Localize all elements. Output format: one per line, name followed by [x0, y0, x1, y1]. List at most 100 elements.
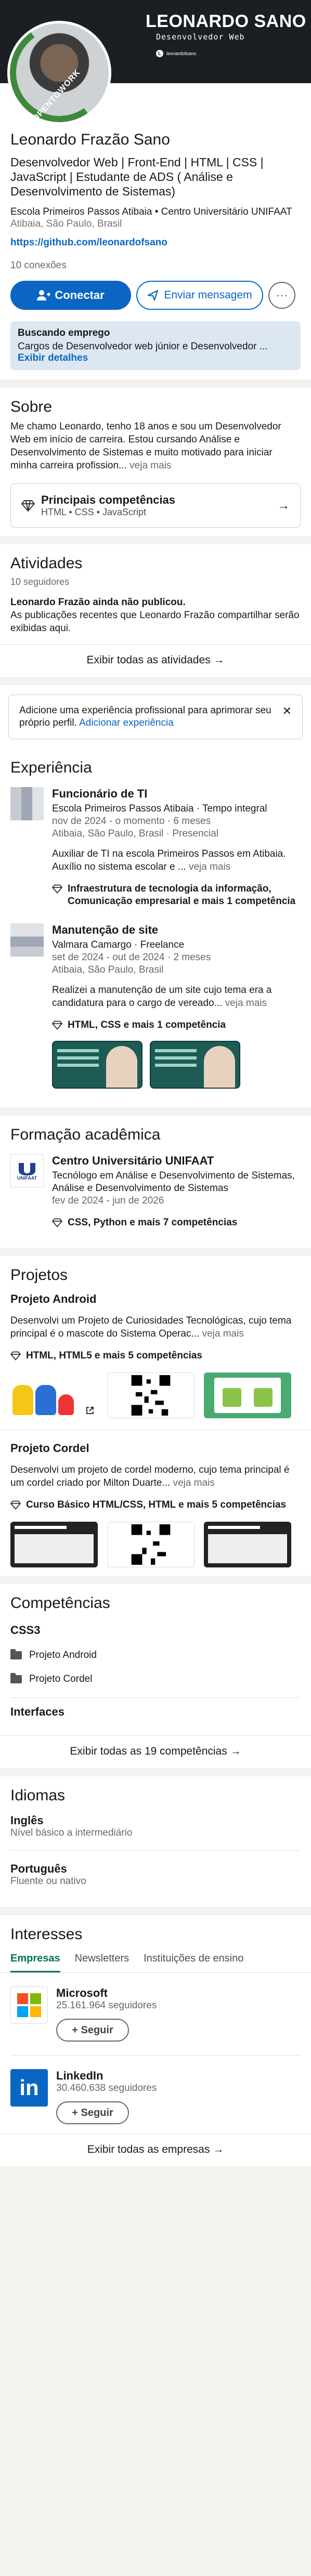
experience-desc: Realizei a manutenção de um site cujo te… [52, 984, 301, 1010]
add-experience-link[interactable]: Adicionar experiência [79, 717, 174, 728]
microsoft-logo-icon [10, 1986, 48, 2024]
skill-item[interactable]: CSS3 [10, 1616, 301, 1644]
diamond-icon [10, 1500, 21, 1510]
tab-companies[interactable]: Empresas [10, 1953, 60, 1972]
more-options-button[interactable]: ··· [268, 282, 295, 309]
about-more-link[interactable]: veja mais [129, 460, 171, 471]
show-all-activities-button[interactable]: Exibir todas as atividades → [0, 644, 311, 669]
connect-button-label: Conectar [55, 289, 105, 302]
top-competencies[interactable]: Principais competências HTML • CSS • Jav… [10, 483, 301, 528]
qr-code-image[interactable] [107, 1372, 195, 1418]
arrow-right-icon: → [277, 498, 290, 513]
experience-item[interactable]: Funcionário de TI Escola Primeiros Passo… [10, 787, 301, 908]
followers-count: 10 seguidores [10, 577, 70, 587]
project-more-link[interactable]: veja mais [202, 1328, 244, 1339]
company-logo [10, 787, 44, 820]
project-media [10, 1522, 301, 1567]
android-app-screenshot[interactable] [204, 1372, 291, 1418]
show-all-companies-button[interactable]: Exibir todas as empresas → [0, 2134, 311, 2158]
media-thumbnail[interactable] [150, 1041, 240, 1089]
project-more-link[interactable]: veja mais [173, 1477, 215, 1488]
media-thumbnail[interactable] [52, 1041, 142, 1089]
education-section: Formação acadêmica UNIFAAT Centro Univer… [0, 1116, 311, 1248]
add-experience-notice: Adicione uma experiência profissional pa… [8, 695, 303, 739]
education-skills-text: CSS, Python e mais 7 competências [68, 1217, 238, 1228]
close-icon[interactable]: ✕ [282, 704, 292, 729]
interests-tabs: Empresas Newsletters Instituições de ens… [0, 1953, 311, 1973]
profile-banner[interactable]: LEONARDO SANO Desenvolvedor Web Lleonard… [0, 0, 311, 125]
language-level: Nível básico a intermediário [10, 1827, 133, 1838]
experience-more-link[interactable]: veja mais [225, 998, 267, 1009]
language-level: Fluente ou nativo [10, 1876, 86, 1887]
follow-button[interactable]: + Seguir [56, 2101, 129, 2124]
education-skills[interactable]: CSS, Python e mais 7 competências [52, 1217, 301, 1229]
experience-item[interactable]: Manutenção de site Valmara Camargo · Fre… [10, 923, 301, 1089]
cordel-image[interactable] [10, 1522, 98, 1567]
experience-more-link[interactable]: veja mais [189, 861, 230, 872]
tab-schools[interactable]: Instituições de ensino [144, 1953, 243, 1972]
android-mascots-image[interactable] [10, 1372, 98, 1418]
school-logo: UNIFAAT [10, 1154, 44, 1187]
company-logo [10, 923, 44, 957]
language-item: Português Fluente ou nativo [10, 1862, 301, 1887]
profile-website-link[interactable]: https://github.com/leonardofsano [10, 237, 301, 249]
cordel-image[interactable] [204, 1522, 291, 1567]
project-skills[interactable]: Curso Básico HTML/CSS, HTML e mais 5 com… [10, 1499, 301, 1511]
project-desc: Desenvolvi um projeto de cordel moderno,… [10, 1463, 301, 1489]
experience-skills[interactable]: HTML, CSS e mais 1 competência [52, 1019, 301, 1031]
connections-count[interactable]: 10 conexões [10, 260, 301, 271]
open-to-work-ring [10, 23, 109, 122]
tab-newsletters[interactable]: Newsletters [75, 1953, 129, 1972]
qr-code-image[interactable] [107, 1522, 195, 1567]
profile-page: LEONARDO SANO Desenvolvedor Web Lleonard… [0, 0, 311, 2576]
skill-context[interactable]: Projeto Cordel [10, 1668, 301, 1692]
interest-followers: 30.460.638 seguidores [56, 2083, 157, 2094]
banner-title: LEONARDO SANO [146, 11, 306, 31]
experience-location: Atibaia, São Paulo, Brasil · Presencial [52, 828, 218, 839]
experience-role: Manutenção de site [52, 923, 159, 936]
profile-name: Leonardo Frazão Sano [10, 131, 170, 148]
interest-followers: 25.161.964 seguidores [56, 2000, 157, 2011]
project-item[interactable]: Projeto Android Desenvolvi um Projeto de… [10, 1292, 301, 1418]
interest-name: LinkedIn [56, 2069, 103, 2082]
project-name: Projeto Cordel [10, 1442, 89, 1455]
school-logo-icon [19, 1163, 35, 1175]
about-section: Sobre Me chamo Leonardo, tenho 18 anos e… [0, 388, 311, 536]
projects-section: Projetos Projeto Android Desenvolvi um P… [0, 1256, 311, 1576]
experience-desc-body: Auxiliar de TI na escola Primeiros Passo… [52, 848, 286, 872]
interest-item[interactable]: in LinkedIn 30.460.638 seguidores + Segu… [10, 2069, 301, 2124]
experience-title: Experiência [10, 759, 92, 776]
avatar-photo: #OPENTOWORK [10, 23, 109, 122]
education-item[interactable]: UNIFAAT Centro Universitário UNIFAAT Tec… [10, 1154, 301, 1229]
profile-education[interactable]: Escola Primeiros Passos Atibaia • Centro… [10, 206, 301, 218]
open-to-work-title: Buscando emprego [18, 328, 110, 338]
project-item[interactable]: Projeto Cordel Desenvolvi um projeto de … [10, 1442, 301, 1567]
education-dates: fev de 2024 - jun de 2026 [52, 1195, 164, 1206]
experience-dates: set de 2024 - out de 2024 · 2 meses [52, 952, 211, 963]
open-to-work-details-link[interactable]: Exibir detalhes [18, 352, 293, 364]
interests-section: Interesses Empresas Newsletters Institui… [0, 1915, 311, 2166]
languages-title: Idiomas [10, 1787, 66, 1804]
experience-role: Funcionário de TI [52, 787, 148, 800]
project-skills-text: Curso Básico HTML/CSS, HTML e mais 5 com… [26, 1499, 287, 1510]
experience-skills[interactable]: Infraestrutura de tecnologia da informaç… [52, 883, 301, 908]
about-text: Me chamo Leonardo, tenho 18 anos e sou u… [10, 420, 301, 472]
diamond-icon [21, 500, 35, 512]
education-title: Formação acadêmica [10, 1126, 161, 1143]
project-skills[interactable]: HTML, HTML5 e mais 5 competências [10, 1350, 301, 1362]
open-to-work-box[interactable]: Buscando emprego Cargos de Desenvolvedor… [10, 321, 301, 370]
language-name: Inglês [10, 1814, 44, 1827]
skill-context[interactable]: Projeto Android [10, 1644, 301, 1668]
message-button-label: Enviar mensagem [164, 289, 252, 301]
folder-icon [10, 1673, 22, 1683]
interest-item[interactable]: Microsoft 25.161.964 seguidores + Seguir [10, 1986, 301, 2042]
message-button[interactable]: Enviar mensagem [136, 281, 263, 310]
show-all-skills-button[interactable]: Exibir todas as 19 competências → [0, 1735, 311, 1760]
skill-item[interactable]: Interfaces [10, 1698, 301, 1726]
avatar[interactable]: #OPENTOWORK [7, 21, 111, 125]
follow-button[interactable]: + Seguir [56, 2019, 129, 2042]
add-person-icon [37, 290, 51, 300]
activity-section: Atividades 10 seguidores Leonardo Frazão… [0, 544, 311, 677]
experience-desc: Auxiliar de TI na escola Primeiros Passo… [52, 847, 301, 873]
connect-button[interactable]: Conectar [10, 281, 131, 310]
